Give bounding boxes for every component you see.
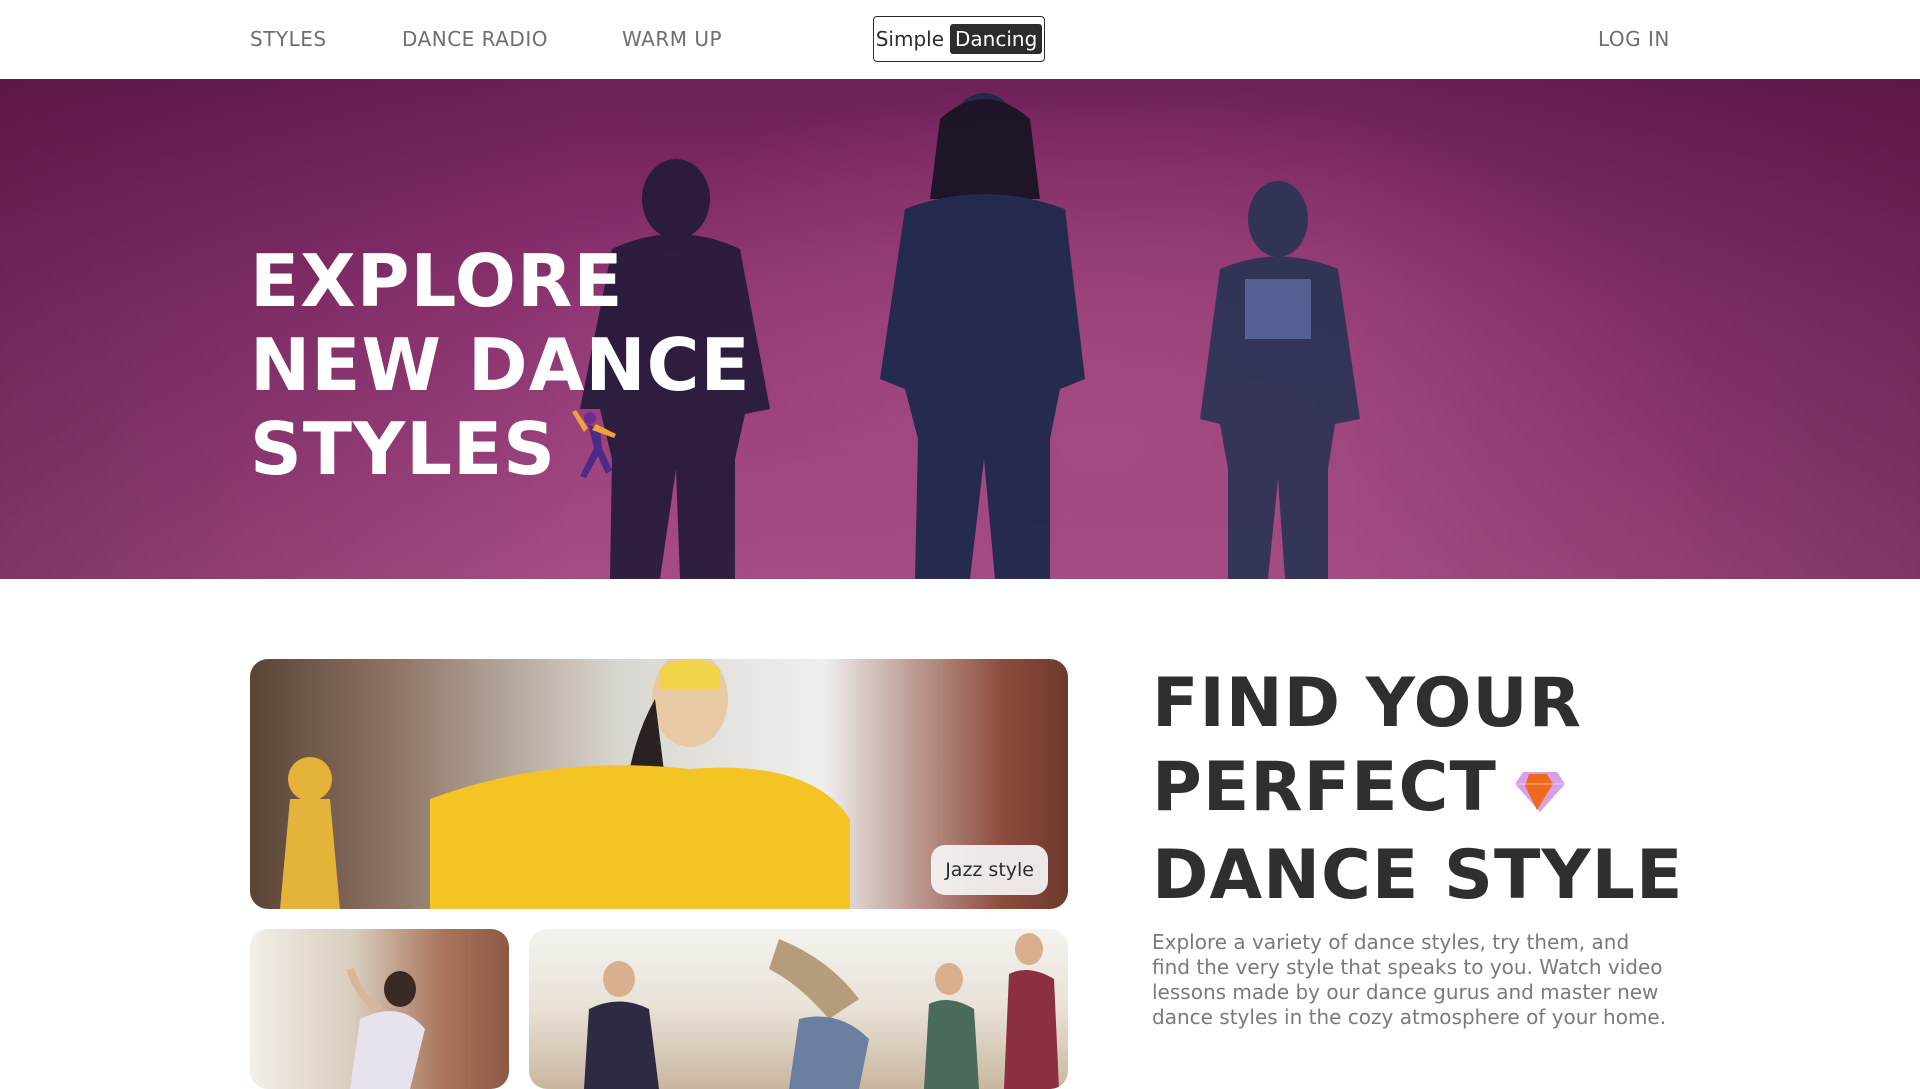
ballet-dancer-image <box>346 967 425 1089</box>
section-description: Explore a variety of dance styles, try t… <box>1152 930 1667 1029</box>
logo-text-dancing: Dancing <box>950 24 1043 54</box>
ballet-style-card[interactable] <box>250 929 509 1089</box>
gem-icon <box>1513 750 1567 834</box>
section-heading-line-2-text: PERFECT <box>1152 748 1497 827</box>
style-label: Jazz style <box>931 845 1048 895</box>
hero-heading-line-3: STYLES <box>250 407 751 497</box>
hero-heading-line-2: NEW DANCE <box>250 323 751 407</box>
group-dance-card[interactable] <box>529 929 1068 1089</box>
logo-text-simple: Simple <box>875 27 945 51</box>
section-heading: FIND YOUR PERFECT DANCE STYLE <box>1152 662 1683 918</box>
jazz-style-card[interactable]: Jazz style <box>250 659 1068 909</box>
top-navigation: STYLES DANCE RADIO WARM UP Simple Dancin… <box>0 0 1920 79</box>
dancer-icon <box>570 408 618 497</box>
nav-link-dance-radio[interactable]: DANCE RADIO <box>402 27 548 51</box>
section-heading-line-1: FIND YOUR <box>1152 664 1582 743</box>
hero-banner: EXPLORE NEW DANCE STYLES <box>0 79 1920 579</box>
section-heading-line-2: PERFECT <box>1152 746 1683 834</box>
nav-link-warm-up[interactable]: WARM UP <box>622 27 722 51</box>
section-heading-line-3: DANCE STYLE <box>1152 836 1684 915</box>
hero-heading-line-1: EXPLORE <box>250 239 624 323</box>
site-logo[interactable]: Simple Dancing <box>873 16 1045 62</box>
login-link[interactable]: LOG IN <box>1598 27 1670 51</box>
hero-heading-line-3-text: STYLES <box>250 407 557 491</box>
hero-heading: EXPLORE NEW DANCE STYLES <box>250 239 751 497</box>
nav-link-styles[interactable]: STYLES <box>250 27 327 51</box>
group-dancers-image <box>584 933 1059 1089</box>
